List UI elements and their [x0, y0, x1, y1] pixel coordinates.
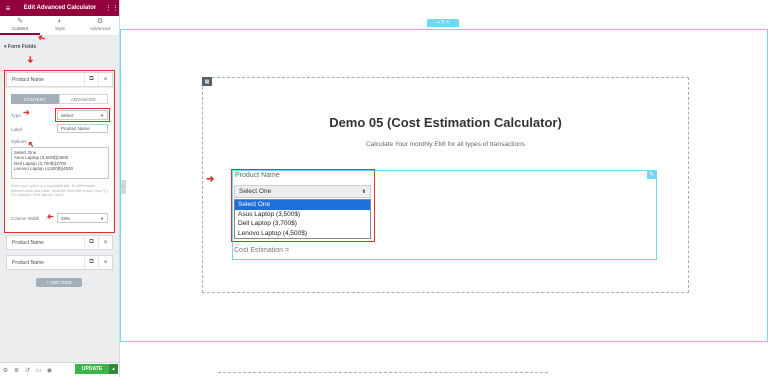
section-handle[interactable]: + ⠿ ×: [427, 19, 459, 27]
layers-icon[interactable]: ≣: [11, 367, 22, 374]
label-input[interactable]: Product Name: [57, 124, 108, 133]
annotation-arrow: ➜: [36, 31, 47, 44]
repeater-item-header[interactable]: Product Name ⧉ ×: [6, 72, 113, 87]
annotation-arrow: ➜: [23, 108, 30, 117]
update-options-button[interactable]: ▴: [109, 364, 118, 374]
product-dropdown-list: Select One Asus Laptop (3,500$) Dell Lap…: [234, 199, 371, 239]
type-select-value: Select: [61, 112, 74, 118]
column-handle[interactable]: ▦: [202, 77, 212, 86]
gear-icon: ⚙: [96, 18, 104, 25]
column-width-value: 33%: [61, 215, 71, 221]
type-label: Type: [11, 113, 21, 118]
close-icon[interactable]: ×: [98, 73, 112, 86]
chevron-down-icon: ▼: [100, 215, 104, 221]
annotation-arrow: ➜: [47, 212, 54, 221]
history-icon[interactable]: ↺: [22, 367, 33, 374]
annotation-arrow: ➜: [25, 55, 36, 64]
cost-estimation-label: Cost Estimation =: [234, 247, 290, 254]
duplicate-icon[interactable]: ⧉: [84, 256, 98, 269]
options-label: Options: [11, 139, 27, 144]
label-input-value: Product Name: [61, 126, 90, 131]
panel-title: Edit Advanced Calculator: [23, 5, 97, 11]
repeater-item-label: Product Name: [12, 259, 44, 266]
menu-icon[interactable]: ≡: [0, 4, 16, 13]
update-button[interactable]: UPDATE: [75, 364, 109, 374]
product-select-value: Select One: [239, 188, 272, 195]
section-title: Form Fields: [7, 44, 37, 50]
repeater-subtabs: CONTENT ADVANCED: [11, 94, 108, 104]
product-select[interactable]: Select One ⬍: [234, 185, 371, 198]
dropdown-option[interactable]: Lenovo Laptop (4,500$): [235, 229, 370, 239]
dropdown-option[interactable]: Asus Laptop (3,500$): [235, 210, 370, 220]
tab-advanced[interactable]: ⚙ Advanced: [80, 16, 119, 35]
repeater-item-label: Product Name: [12, 76, 44, 83]
responsive-icon[interactable]: ▭: [33, 367, 44, 374]
dropdown-option[interactable]: Dell Laptop (3,700$): [235, 219, 370, 229]
pencil-icon: ✎: [648, 172, 655, 178]
close-icon[interactable]: ×: [98, 256, 112, 269]
next-section-outline: [218, 372, 548, 373]
tab-content[interactable]: ✎ Content: [0, 16, 40, 35]
subtab-content[interactable]: CONTENT: [11, 94, 59, 104]
editor-panel: ≡ Edit Advanced Calculator ⋮⋮ ✎ Content …: [0, 0, 120, 377]
duplicate-icon[interactable]: ⧉: [84, 236, 98, 249]
add-item-button[interactable]: + ADD ITEM: [36, 278, 82, 287]
type-select[interactable]: Select ▼: [57, 110, 108, 120]
preview-icon[interactable]: ◉: [44, 367, 55, 374]
pencil-icon: ✎: [17, 18, 23, 25]
tab-content-label: Content: [12, 26, 28, 31]
tab-style[interactable]: ◐ Style: [40, 16, 80, 35]
panel-tabs: ✎ Content ◐ Style ⚙ Advanced: [0, 16, 119, 36]
caret-up-icon: ▴: [112, 366, 115, 372]
panel-header: ≡ Edit Advanced Calculator ⋮⋮: [0, 0, 119, 16]
product-name-label: Product Name: [235, 172, 280, 179]
annotation-arrow: ➜: [206, 174, 215, 185]
chevron-down-icon: ▼: [100, 112, 104, 118]
dropdown-option[interactable]: Select One: [235, 200, 370, 210]
section-toggle[interactable]: ▾ Form Fields: [4, 44, 36, 50]
options-textarea[interactable]: Select One Asus Laptop (3,500$)|3500 Del…: [11, 147, 109, 179]
subtab-advanced[interactable]: ADVANCED: [58, 94, 108, 104]
column-width-label: Column Width: [11, 216, 40, 221]
page-title: Demo 05 (Cost Estimation Calculator): [329, 115, 562, 130]
settings-icon[interactable]: ⚙: [0, 367, 11, 374]
repeater-item-body: CONTENT ADVANCED Type ➜ Select ▼ Label P…: [6, 88, 113, 232]
duplicate-icon[interactable]: ⧉: [84, 73, 98, 86]
updown-icon: ⬍: [361, 188, 366, 195]
repeater-item-label: Product Name: [12, 239, 44, 246]
options-help-text: Enter each option in a separated line. T…: [11, 184, 109, 198]
half-circle-icon: ◐: [57, 18, 63, 25]
page-subtitle: Calculate Your monthly EMI for all types…: [366, 141, 525, 148]
label-label: Label: [11, 127, 23, 132]
tab-advanced-label: Advanced: [89, 26, 110, 31]
repeater-item-2[interactable]: Product Name ⧉ ×: [6, 235, 113, 250]
tab-style-label: Style: [54, 26, 65, 31]
column-width-select[interactable]: 33% ▼: [57, 213, 108, 223]
close-icon[interactable]: ×: [98, 236, 112, 249]
edit-widget-button[interactable]: ✎: [647, 170, 656, 179]
repeater-item-3[interactable]: Product Name ⧉ ×: [6, 255, 113, 270]
widgets-grid-icon[interactable]: ⋮⋮: [104, 4, 119, 12]
grid-icon: ▦: [204, 78, 210, 85]
